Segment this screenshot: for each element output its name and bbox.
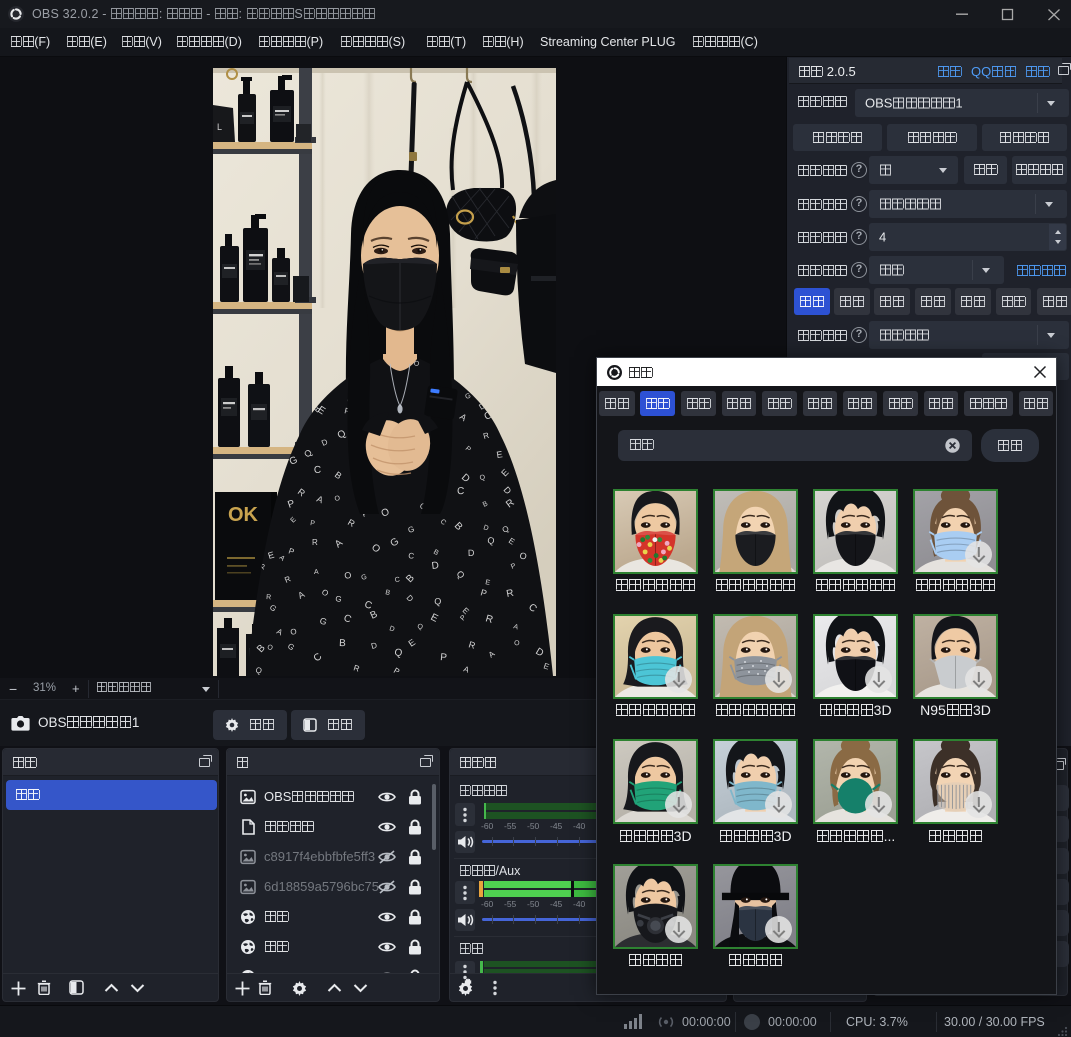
svg-text:C: C [314,465,322,476]
svg-text:OK: OK [228,504,259,526]
svg-text:Q: Q [434,596,442,607]
svg-text:R: R [312,538,318,547]
svg-text:D: D [431,560,440,572]
svg-text:B: B [339,638,346,649]
svg-text:P: P [440,652,448,664]
svg-text:A: A [314,569,319,576]
svg-text:R: R [266,594,272,601]
svg-text:L: L [217,122,222,132]
svg-text:C: C [457,486,464,497]
svg-text:O: O [514,640,520,647]
svg-text:C: C [394,576,400,583]
svg-text:D: D [468,548,475,558]
